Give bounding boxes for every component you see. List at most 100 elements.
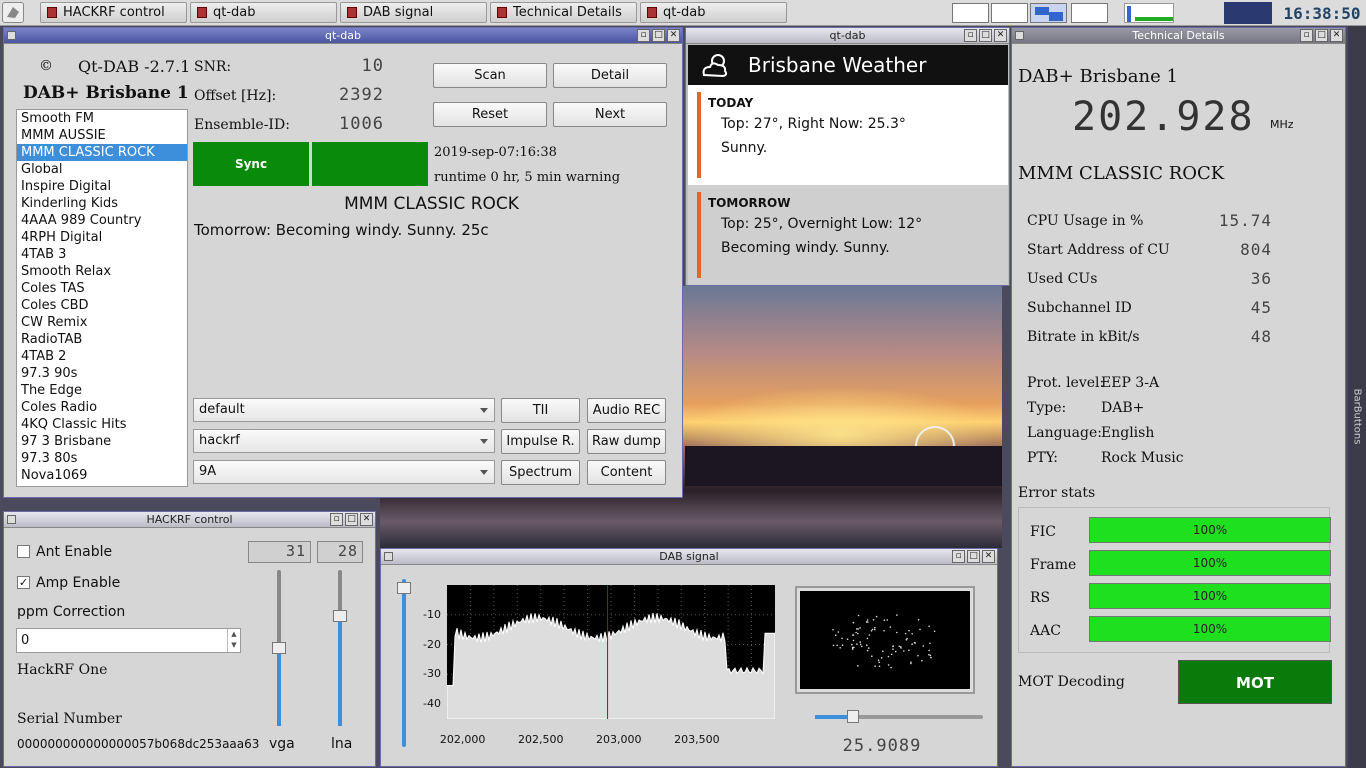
next-button[interactable]: Next [553, 102, 667, 127]
service-list-item[interactable]: 4TAB 3 [17, 246, 187, 263]
serial-label: Serial Number [17, 711, 122, 727]
vga-label: vga [269, 736, 295, 752]
today-panel: TODAY Top: 27°, Right Now: 25.3° Sunny. [688, 85, 1008, 185]
service-list-item[interactable]: Smooth Relax [17, 263, 187, 280]
ensemble-id-value: 1006 [339, 114, 384, 134]
service-list-item[interactable]: Kinderling Kids [17, 195, 187, 212]
reset-button[interactable]: Reset [433, 102, 547, 127]
y-tick-label: -20 [423, 637, 441, 651]
constellation-point [929, 654, 932, 657]
pty-label: PTY: [1027, 450, 1058, 466]
service-list-item[interactable]: RadioTAB [17, 331, 187, 348]
constellation-slider[interactable] [815, 710, 983, 723]
main-titlebar[interactable]: qt-dab ▫ □ ✕ [4, 28, 682, 44]
constellation-point [908, 649, 910, 651]
details-ensemble: DAB+ Brisbane 1 [1018, 66, 1178, 87]
constellation-background [800, 591, 970, 689]
signal-titlebar[interactable]: DAB signal ▫ □ ✕ [381, 549, 997, 565]
spectrum-button[interactable]: Spectrum [501, 460, 580, 485]
channel-combo[interactable]: 9A [193, 460, 495, 484]
service-list-item[interactable]: 4RPH Digital [17, 229, 187, 246]
raw-dump-button[interactable]: Raw dump [587, 429, 666, 454]
constellation-point [874, 626, 876, 629]
lna-slider[interactable] [333, 570, 347, 726]
runtime-label: runtime 0 hr, 5 min warning [434, 170, 621, 185]
station-name: MMM CLASSIC ROCK [344, 194, 519, 214]
constellation-point [883, 630, 885, 632]
mot-button[interactable]: MOT [1178, 660, 1332, 704]
bitrate-value: 48 [1250, 327, 1272, 346]
offset-label: Offset [Hz]: [194, 88, 277, 104]
service-list-item[interactable]: CW Remix [17, 314, 187, 331]
taskbar: HACKRF control qt-dab DAB signal Technic… [0, 0, 1366, 26]
constellation-point [892, 648, 894, 650]
weather-titlebar[interactable]: qt-dab ▫ □ ✕ [686, 28, 1009, 44]
details-titlebar[interactable]: Technical Details ▫ □ ✕ [1012, 28, 1345, 44]
service-list-item[interactable]: Coles TAS [17, 280, 187, 297]
service-list-item[interactable]: 97.3 90s [17, 365, 187, 382]
vga-slider[interactable] [272, 570, 286, 726]
constellation-point [866, 619, 869, 621]
service-list[interactable]: Smooth FM MMM AUSSIE MMM CLASSIC ROCK Globa… [16, 109, 188, 487]
shade-button[interactable]: ▫ [637, 29, 650, 42]
service-list-item[interactable]: Smooth FM [17, 110, 187, 127]
task-hackrf-control[interactable]: HACKRF control [40, 2, 187, 23]
device-name: HackRF One [17, 662, 108, 678]
hackrf-titlebar[interactable]: HACKRF control ▫ □ ✕ [4, 512, 375, 528]
close-button[interactable]: ✕ [667, 29, 680, 42]
spectrum-gain-slider[interactable] [397, 579, 411, 747]
constellation-point [837, 631, 840, 633]
constellation-point [857, 628, 859, 630]
service-list-item[interactable]: Global [17, 161, 187, 178]
constellation-point [933, 630, 936, 633]
app-menu-icon[interactable] [2, 2, 24, 23]
offset-value: 2392 [339, 85, 384, 105]
service-list-item[interactable]: 4TAB 2 [17, 348, 187, 365]
amp-enable-checkbox[interactable]: ✓ [17, 576, 30, 589]
service-list-item[interactable]: Inspire Digital [17, 178, 187, 195]
ppm-input[interactable]: 0 ▲ ▼ [16, 628, 241, 653]
task-technical-details[interactable]: Technical Details [490, 2, 637, 23]
desktop-pager-1[interactable] [952, 3, 989, 23]
service-list-item[interactable]: 97 3 Brisbane [17, 433, 187, 450]
constellation-point [859, 641, 861, 643]
constellation-point [886, 619, 889, 621]
service-list-item[interactable]: 4AAA 989 Country [17, 212, 187, 229]
task-qt-dab-2[interactable]: qt-dab [640, 2, 787, 23]
service-list-item[interactable]: Nova1069 [17, 467, 187, 484]
service-list-item[interactable]: 97.3 80s [17, 450, 187, 467]
constellation-point [921, 659, 923, 662]
snr-value: 10 [361, 56, 384, 76]
audio-rec-button[interactable]: Audio REC [587, 398, 666, 423]
device-combo[interactable]: hackrf [193, 429, 495, 453]
preset-combo[interactable]: default [193, 398, 495, 422]
task-dab-signal[interactable]: DAB signal [340, 2, 487, 23]
service-list-item[interactable]: Coles CBD [17, 297, 187, 314]
maximize-button[interactable]: □ [652, 29, 665, 42]
desktop-pager-3[interactable] [1030, 3, 1067, 23]
tomorrow-line2: Becoming windy. Sunny. [721, 240, 890, 256]
task-qt-dab[interactable]: qt-dab [190, 2, 337, 23]
desktop-pager-2[interactable] [991, 3, 1028, 23]
cpu-value: 15.74 [1218, 211, 1272, 230]
constellation-point [928, 625, 930, 628]
tii-button[interactable]: TII [501, 398, 580, 423]
aac-bar: 100% [1089, 616, 1331, 642]
service-list-item[interactable]: MMM CLASSIC ROCK [17, 144, 187, 161]
constellation-point [900, 646, 902, 648]
service-list-item[interactable]: 4KQ Classic Hits [17, 416, 187, 433]
service-list-item[interactable]: The Edge [17, 382, 187, 399]
content-button[interactable]: Content [587, 460, 666, 485]
ensemble-id-label: Ensemble-ID: [194, 117, 290, 133]
ant-enable-checkbox[interactable] [17, 545, 30, 558]
service-list-item[interactable]: Coles Radio [17, 399, 187, 416]
scan-button[interactable]: Scan [433, 63, 547, 88]
service-list-item[interactable]: MMM AUSSIE [17, 127, 187, 144]
detail-button[interactable]: Detail [553, 63, 667, 88]
desktop-pager-4[interactable] [1071, 3, 1108, 23]
bar-buttons-sidebar[interactable]: BarButtons [1348, 26, 1366, 768]
constellation-point [889, 626, 892, 628]
constellation-point [929, 642, 931, 645]
impulse-button[interactable]: Impulse R. [501, 429, 580, 454]
technical-details-window: Technical Details ▫ □ ✕ DAB+ Brisbane 1 20… [1011, 27, 1346, 767]
